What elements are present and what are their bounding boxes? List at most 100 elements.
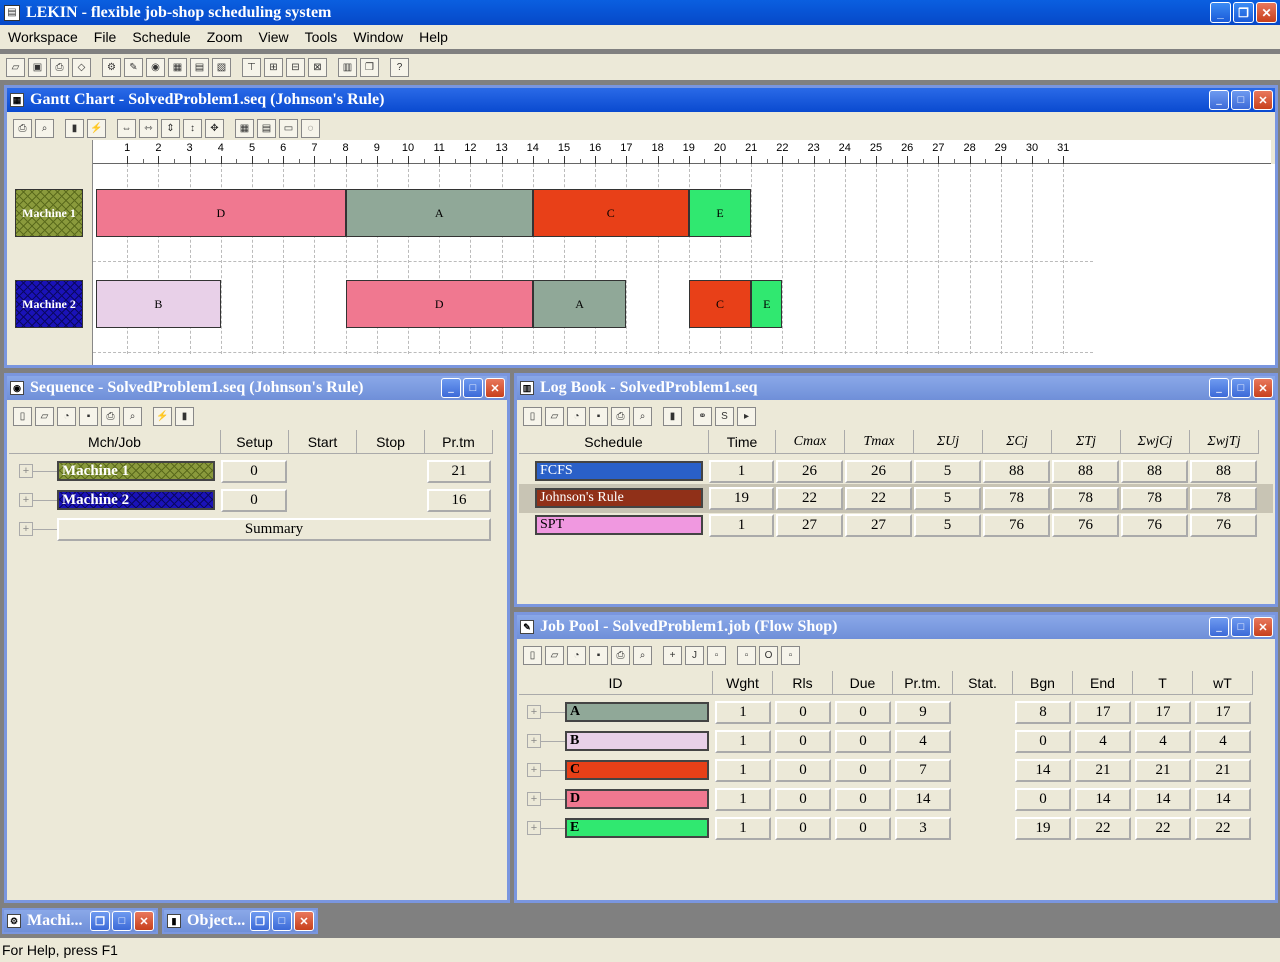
job-header-id[interactable]: ID xyxy=(519,671,713,695)
new-file-icon[interactable]: ▯ xyxy=(13,406,32,426)
bar-chart-icon[interactable]: ▮ xyxy=(663,406,682,426)
open-workspace-icon[interactable]: ▱ xyxy=(6,57,25,77)
gantt-tool-icon[interactable]: ⚡ xyxy=(153,406,172,426)
job-a-label[interactable]: A xyxy=(565,702,709,722)
gantt-bar-c[interactable]: C xyxy=(532,189,689,237)
job-header-wght[interactable]: Wght xyxy=(713,671,773,695)
seq-machine-2-label[interactable]: Machine 2 xyxy=(57,490,215,510)
expand-job-c-icon[interactable]: + xyxy=(527,763,541,777)
job-header-wt[interactable]: wT xyxy=(1193,671,1253,695)
open-alt-icon[interactable]: ◔ xyxy=(567,406,586,426)
gantt-bar-e[interactable]: E xyxy=(751,280,783,328)
logbook-close-button[interactable]: ✕ xyxy=(1253,378,1273,398)
gantt-bar-a[interactable]: A xyxy=(532,280,627,328)
jobpool-title-bar[interactable]: ✎ Job Pool - SolvedProblem1.job (Flow Sh… xyxy=(517,615,1275,639)
bar-chart-icon[interactable]: ▮ xyxy=(65,118,84,138)
gantt-bar-d[interactable]: D xyxy=(345,280,533,328)
logbook-maximize-button[interactable]: □ xyxy=(1231,378,1251,398)
menu-help[interactable]: Help xyxy=(411,29,456,45)
log-header-sum-wc[interactable]: ΣwjCj xyxy=(1121,430,1190,454)
seq-header-prtm[interactable]: Pr.tm xyxy=(425,430,493,454)
seq-machine-1-label[interactable]: Machine 1 xyxy=(57,461,215,481)
schedule-s-icon[interactable]: S xyxy=(715,406,734,426)
open-folder-icon[interactable]: ▱ xyxy=(545,645,564,665)
zoom-fit-width-icon[interactable]: ⇔ xyxy=(117,118,136,138)
menu-workspace[interactable]: Workspace xyxy=(0,29,86,45)
save-icon[interactable]: ▪ xyxy=(589,645,608,665)
expand-job-a-icon[interactable]: + xyxy=(527,705,541,719)
tile-grid-icon[interactable]: ⊞ xyxy=(264,57,283,77)
zoom-in-v-icon[interactable]: ↕ xyxy=(183,118,202,138)
print-icon[interactable]: ⎙ xyxy=(611,645,630,665)
menu-zoom[interactable]: Zoom xyxy=(199,29,251,45)
log-header-cmax[interactable]: Cmax xyxy=(776,430,845,454)
tile-vertical-icon[interactable]: ⊟ xyxy=(286,57,305,77)
menu-schedule[interactable]: Schedule xyxy=(124,29,198,45)
job-header-bgn[interactable]: Bgn xyxy=(1013,671,1073,695)
gantt-bar-a[interactable]: A xyxy=(345,189,533,237)
logbook-title-bar[interactable]: ▥ Log Book - SolvedProblem1.seq _ □ ✕ xyxy=(517,376,1275,400)
gantt-bar-c[interactable]: C xyxy=(688,280,752,328)
menu-tools[interactable]: Tools xyxy=(297,29,346,45)
restore-button[interactable]: ❐ xyxy=(1233,2,1254,23)
seq-header-start[interactable]: Start xyxy=(289,430,357,454)
gantt-close-button[interactable]: ✕ xyxy=(1253,90,1273,110)
job-header-end[interactable]: End xyxy=(1073,671,1133,695)
seq-header-mchjob[interactable]: Mch/Job xyxy=(9,430,221,454)
minimize-button[interactable]: _ xyxy=(1210,2,1231,23)
layout-icon[interactable]: ▤ xyxy=(257,118,276,138)
log-header-schedule[interactable]: Schedule xyxy=(519,430,709,454)
log-header-sum-wt[interactable]: ΣwjTj xyxy=(1190,430,1259,454)
gantt-minimize-button[interactable]: _ xyxy=(1209,90,1229,110)
sequence-close-button[interactable]: ✕ xyxy=(485,378,505,398)
job-b-label[interactable]: B xyxy=(565,731,709,751)
tile-alt-icon[interactable]: ⊠ xyxy=(308,57,327,77)
print-icon[interactable]: ⎙ xyxy=(101,406,120,426)
gantt-bar-e[interactable]: E xyxy=(688,189,752,237)
gantt-bar-b[interactable]: B xyxy=(96,280,221,328)
arrange-icon[interactable]: ▥ xyxy=(338,57,357,77)
open-alt-icon[interactable]: ◔ xyxy=(57,406,76,426)
new-file-icon[interactable]: ▯ xyxy=(523,645,542,665)
expand-machine-1-icon[interactable]: + xyxy=(19,464,33,478)
print-icon[interactable]: ⎙ xyxy=(50,57,69,77)
schedule-johnson-s-rule[interactable]: Johnson's Rule xyxy=(535,488,703,508)
gantt-title-bar[interactable]: ▦ Gantt Chart - SolvedProblem1.seq (John… xyxy=(7,88,1275,112)
print-preview-icon[interactable]: ⌕ xyxy=(633,406,652,426)
job-c-label[interactable]: C xyxy=(565,760,709,780)
save-icon[interactable]: ▪ xyxy=(589,406,608,426)
zoom-fit-height-icon[interactable]: ⇕ xyxy=(161,118,180,138)
seq-header-setup[interactable]: Setup xyxy=(221,430,289,454)
chart-window-icon[interactable]: ▤ xyxy=(190,57,209,77)
job-d-label[interactable]: D xyxy=(565,789,709,809)
grid-icon[interactable]: ▦ xyxy=(235,118,254,138)
schedule-spt[interactable]: SPT xyxy=(535,515,703,535)
seq-header-stop[interactable]: Stop xyxy=(357,430,425,454)
job-header-stat[interactable]: Stat. xyxy=(953,671,1013,695)
objective-restore-button[interactable]: ❐ xyxy=(250,911,270,931)
machines-restore-button[interactable]: ❐ xyxy=(90,911,110,931)
app-title-bar[interactable]: ▤ LEKIN - flexible job-shop scheduling s… xyxy=(0,0,1280,25)
zoom-all-icon[interactable]: ✥ xyxy=(205,118,224,138)
job-header-due[interactable]: Due xyxy=(833,671,893,695)
sequence-title-bar[interactable]: ◉ Sequence - SolvedProblem1.seq (Johnson… xyxy=(7,376,507,400)
menu-window[interactable]: Window xyxy=(345,29,411,45)
minimized-machines-window[interactable]: ⚙ Machi... ❐ □ ✕ xyxy=(2,908,158,934)
gantt-bar-d[interactable]: D xyxy=(96,189,346,237)
print-icon[interactable]: ⎙ xyxy=(611,406,630,426)
print-preview-icon[interactable]: ⌕ xyxy=(633,645,652,665)
log-header-sum-t[interactable]: ΣTj xyxy=(1052,430,1121,454)
open-folder-icon[interactable]: ▱ xyxy=(35,406,54,426)
schedule-fcfs[interactable]: FCFS xyxy=(535,461,703,481)
schedule-run-icon[interactable]: ▸ xyxy=(737,406,756,426)
machines-maximize-button[interactable]: □ xyxy=(112,911,132,931)
new-file-icon[interactable]: ▯ xyxy=(523,406,542,426)
save-icon[interactable]: ▪ xyxy=(79,406,98,426)
jobpool-maximize-button[interactable]: □ xyxy=(1231,617,1251,637)
seq-summary-row[interactable]: Summary xyxy=(57,518,491,541)
gantt-icon[interactable]: ▦ xyxy=(168,57,187,77)
expand-summary-icon[interactable]: + xyxy=(19,522,33,536)
expand-job-b-icon[interactable]: + xyxy=(527,734,541,748)
gantt-machine-2-label[interactable]: Machine 2 xyxy=(15,280,83,328)
gantt-maximize-button[interactable]: □ xyxy=(1231,90,1251,110)
